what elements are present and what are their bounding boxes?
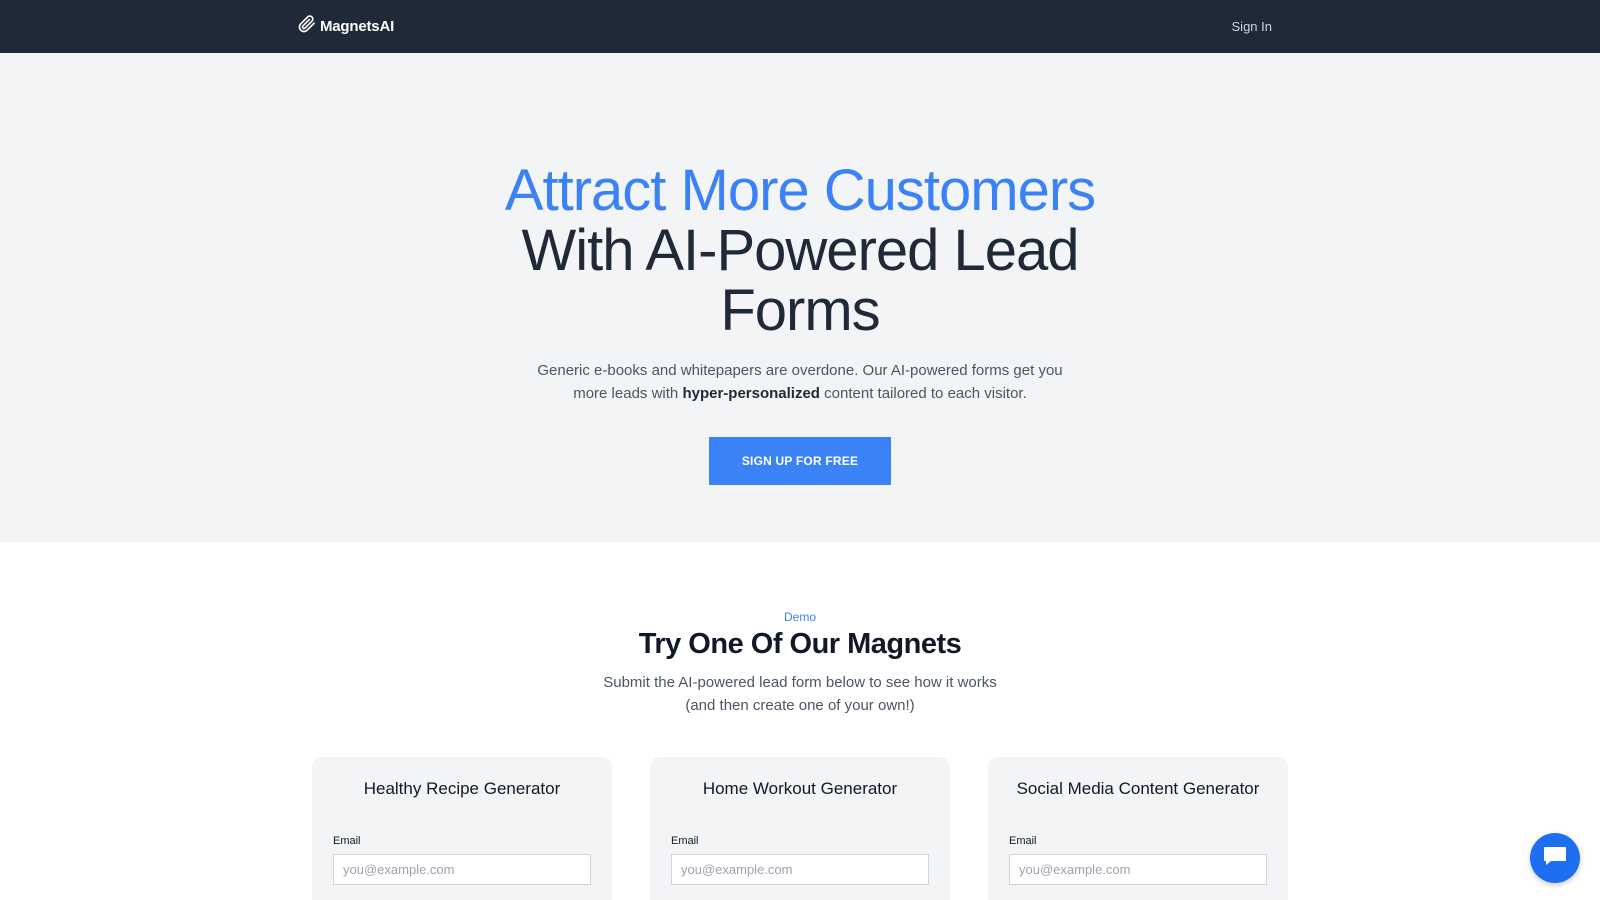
sign-in-link[interactable]: Sign In xyxy=(1232,19,1272,34)
hero-subtitle-text-end: content tailored to each visitor. xyxy=(819,385,1027,402)
email-label: Email xyxy=(1009,835,1037,847)
magnet-card-title: Social Media Content Generator xyxy=(1016,779,1260,798)
email-label: Email xyxy=(671,835,699,847)
magnet-card-title: Healthy Recipe Generator xyxy=(363,779,561,798)
hero-subtitle: Generic e-books and whitepapers are over… xyxy=(530,359,1070,405)
hero-headline-accent: Attract More Customers xyxy=(504,158,1096,223)
demo-eyebrow: Demo xyxy=(783,610,816,624)
demo-title: Try One Of Our Magnets xyxy=(638,628,962,660)
sign-up-button[interactable]: SIGN UP FOR FREE xyxy=(709,437,891,485)
email-field[interactable] xyxy=(671,854,929,885)
email-field[interactable] xyxy=(1009,854,1267,885)
magnet-cards: Healthy Recipe Generator Email Home Work… xyxy=(0,757,1600,900)
chat-icon xyxy=(1542,844,1568,873)
hero-headline-rest: With AI-Powered Lead Forms xyxy=(521,218,1079,343)
brand-logo[interactable]: MagnetsAI xyxy=(298,15,394,38)
email-label: Email xyxy=(333,835,361,847)
chat-launcher-button[interactable] xyxy=(1530,833,1580,883)
magnet-card: Social Media Content Generator Email xyxy=(988,757,1288,900)
top-nav: MagnetsAI Sign In xyxy=(0,0,1600,53)
hero-subtitle-emphasis: hyper-personalized xyxy=(682,385,820,402)
hero-headline: Attract More Customers With AI-Powered L… xyxy=(0,161,1600,341)
magnet-card: Home Workout Generator Email xyxy=(650,757,950,900)
paperclip-icon xyxy=(298,15,316,38)
demo-section: Demo Try One Of Our Magnets Submit the A… xyxy=(0,542,1600,900)
magnet-card-title: Home Workout Generator xyxy=(702,779,898,798)
email-field[interactable] xyxy=(333,854,591,885)
brand-name: MagnetsAI xyxy=(320,18,395,35)
demo-subtitle: Submit the AI-powered lead form below to… xyxy=(603,674,997,714)
magnet-card: Healthy Recipe Generator Email xyxy=(312,757,612,900)
hero-section: Attract More Customers With AI-Powered L… xyxy=(0,53,1600,542)
